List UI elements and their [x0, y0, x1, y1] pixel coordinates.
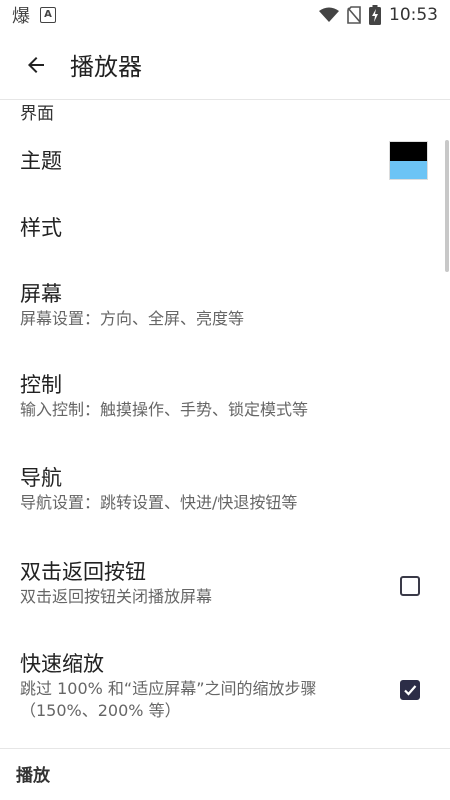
- pref-title: 主题: [20, 149, 62, 173]
- check-icon: [404, 685, 417, 696]
- pref-summary: 导航设置：跳转设置、快进/快退按钮等: [20, 493, 298, 512]
- pref-title: 导航: [20, 466, 62, 490]
- pref-double-tap-back[interactable]: 双击返回按钮 双击返回按钮关闭播放屏幕: [0, 558, 440, 618]
- page-title: 播放器: [70, 53, 142, 81]
- pref-theme[interactable]: 主题: [0, 136, 440, 192]
- status-left: 爆 A: [12, 2, 56, 28]
- pref-summary: 输入控制：触摸操作、手势、锁定模式等: [20, 400, 309, 419]
- section-header-interface: 界面: [20, 104, 54, 124]
- double-tap-back-checkbox[interactable]: [400, 576, 420, 596]
- pref-title: 控制: [20, 373, 62, 397]
- scrollbar-thumb[interactable]: [445, 140, 449, 272]
- battery-charging-icon: [369, 5, 381, 25]
- pref-navigation[interactable]: 导航 导航设置：跳转设置、快进/快退按钮等: [0, 464, 440, 524]
- swatch-dark: [390, 142, 427, 161]
- pref-summary: 跳过 100% 和“适应屏幕”之间的缩放步骤（150%、200% 等）: [20, 679, 317, 720]
- pref-fast-zoom[interactable]: 快速缩放 跳过 100% 和“适应屏幕”之间的缩放步骤（150%、200% 等）: [0, 650, 440, 730]
- wifi-icon: [319, 7, 339, 23]
- pref-title: 双击返回按钮: [20, 560, 146, 584]
- swatch-light-blue: [390, 160, 427, 179]
- notification-app-icon: 爆: [12, 6, 30, 27]
- pref-summary: 屏幕设置：方向、全屏、亮度等: [20, 309, 245, 328]
- theme-color-swatch[interactable]: [389, 141, 428, 180]
- pref-screen[interactable]: 屏幕 屏幕设置：方向、全屏、亮度等: [0, 280, 440, 340]
- pref-summary: 双击返回按钮关闭播放屏幕: [20, 587, 213, 606]
- section-divider: [0, 748, 450, 749]
- section-header-playback: 播放: [16, 766, 50, 786]
- no-sim-icon: [347, 6, 361, 24]
- pref-controls[interactable]: 控制 输入控制：触摸操作、手势、锁定模式等: [0, 371, 440, 431]
- clock: 10:53: [389, 5, 438, 25]
- preferences-list[interactable]: 界面 主题 样式 屏幕 屏幕设置：方向、全屏、亮度等 控制 输入控制：触摸操作、…: [0, 100, 450, 800]
- app-bar: 播放器: [0, 30, 450, 100]
- status-right: 10:53: [319, 5, 438, 25]
- status-bar: 爆 A 10:53: [0, 0, 450, 30]
- notification-a-icon: A: [40, 7, 56, 23]
- pref-style[interactable]: 样式: [0, 208, 440, 264]
- arrow-left-icon[interactable]: [8, 37, 64, 93]
- pref-title: 屏幕: [20, 282, 62, 306]
- fast-zoom-checkbox[interactable]: [400, 680, 420, 700]
- pref-title: 快速缩放: [20, 652, 104, 676]
- pref-title: 样式: [20, 216, 62, 240]
